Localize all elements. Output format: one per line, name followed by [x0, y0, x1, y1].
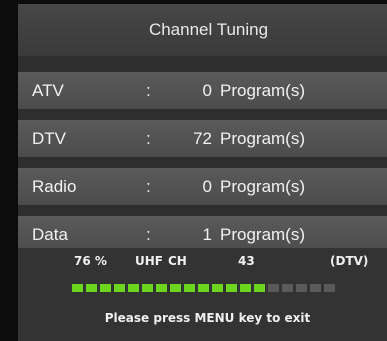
progress-segment-filled [184, 284, 195, 292]
progress-segment-empty [296, 284, 307, 292]
progress-segment-filled [100, 284, 111, 292]
row-label: Data [32, 224, 68, 244]
tuning-progress-bar [72, 284, 338, 292]
dialog-title: Channel Tuning [18, 4, 387, 56]
tuning-percent: 76 % [74, 254, 107, 268]
row-colon: : [146, 80, 151, 100]
row-colon: : [146, 224, 151, 244]
row-label: Radio [32, 176, 77, 196]
channel-tuning-dialog: Channel Tuning ATV : 0 Program(s) DTV : … [18, 4, 387, 341]
row-atv: ATV : 0 Program(s) [18, 72, 387, 109]
progress-segment-filled [86, 284, 97, 292]
progress-segment-filled [170, 284, 181, 292]
row-label: DTV [32, 128, 66, 148]
row-count: 1 [202, 224, 212, 244]
frequency-band: UHF [135, 254, 163, 268]
row-dtv: DTV : 72 Program(s) [18, 120, 387, 157]
progress-segment-empty [282, 284, 293, 292]
row-count: 72 [193, 128, 212, 148]
tuning-status-panel: 76 % UHF CH 43 (DTV) Please press MENU k… [18, 248, 387, 341]
progress-segment-filled [198, 284, 209, 292]
row-unit: Program(s) [220, 176, 306, 196]
row-colon: : [146, 128, 151, 148]
progress-segment-filled [226, 284, 237, 292]
tuning-status-line: 76 % UHF CH 43 (DTV) [18, 254, 387, 270]
tuning-mode: (DTV) [330, 254, 369, 268]
progress-segment-filled [142, 284, 153, 292]
progress-segment-filled [128, 284, 139, 292]
row-unit: Program(s) [220, 128, 306, 148]
progress-segment-empty [310, 284, 321, 292]
progress-segment-filled [212, 284, 223, 292]
progress-segment-filled [72, 284, 83, 292]
progress-segment-empty [268, 284, 279, 292]
row-label: ATV [32, 80, 64, 100]
channel-number: 43 [238, 254, 255, 268]
progress-segment-empty [324, 284, 335, 292]
row-radio: Radio : 0 Program(s) [18, 168, 387, 205]
row-colon: : [146, 176, 151, 196]
progress-segment-filled [254, 284, 265, 292]
progress-segment-filled [240, 284, 251, 292]
exit-hint: Please press MENU key to exit [104, 311, 311, 325]
row-count: 0 [202, 176, 212, 196]
row-count: 0 [202, 80, 212, 100]
row-unit: Program(s) [220, 224, 306, 244]
progress-segment-filled [156, 284, 167, 292]
program-counts: ATV : 0 Program(s) DTV : 72 Program(s) R… [18, 56, 387, 253]
row-unit: Program(s) [220, 80, 306, 100]
progress-segment-filled [114, 284, 125, 292]
channel-label: CH [168, 254, 187, 268]
